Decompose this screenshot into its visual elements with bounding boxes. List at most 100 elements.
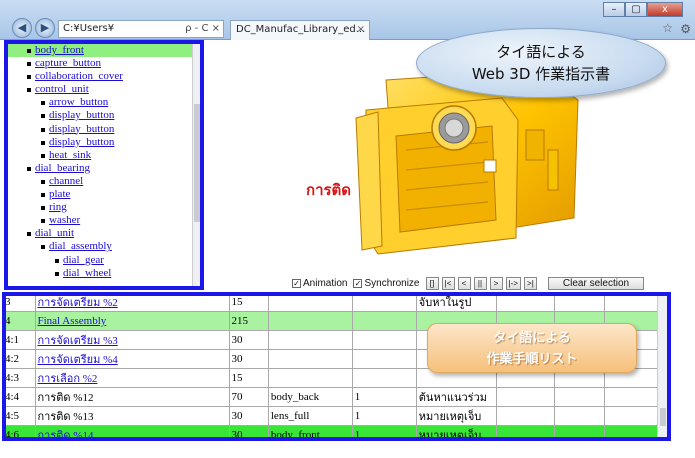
address-bar[interactable]: C:¥Users¥ ρ - C ×: [58, 20, 224, 38]
animation-label: Animation: [303, 277, 348, 289]
step-qty-cell: 15: [228, 296, 269, 312]
step-note-cell: หมายเหตุเจ็บ: [415, 406, 497, 426]
step-name-cell: การจัดเตรียม %4: [34, 349, 230, 369]
step-name: การติด %13: [37, 411, 94, 423]
tree-item[interactable]: capture_button: [8, 57, 200, 70]
gear-icon[interactable]: ⚙: [680, 22, 691, 36]
empty-cell: [495, 296, 555, 312]
step-note-cell: หมายเหตุเจ็บ: [415, 425, 497, 437]
tree-item[interactable]: arrow_button: [8, 96, 200, 109]
step-qty-cell: 30: [228, 406, 269, 426]
tree-item[interactable]: ring: [8, 201, 200, 214]
step-forward-button[interactable]: |->: [505, 276, 521, 290]
step-count-cell: [351, 368, 417, 388]
previous-button[interactable]: <: [457, 276, 471, 290]
empty-cell: [553, 296, 605, 312]
step-note-cell: ต้นหาแนวร่วม: [415, 387, 497, 407]
step-count-cell: 1: [351, 425, 417, 437]
step-count-cell: [351, 296, 417, 312]
tree-item[interactable]: plate: [8, 188, 200, 201]
pause-button[interactable]: ||: [473, 276, 487, 290]
step-qty-cell: 30: [228, 349, 269, 369]
table-scroll-thumb[interactable]: [660, 408, 666, 426]
step-qty-cell: 30: [228, 330, 269, 350]
tree-item[interactable]: body_front: [8, 44, 200, 58]
step-link[interactable]: การจัดเตรียม %3: [38, 335, 118, 347]
steps-callout-line1: タイ語による: [493, 331, 571, 346]
step-id-cell: 4:6: [6, 425, 36, 437]
step-link[interactable]: การจัดเตรียม %4: [38, 354, 118, 366]
step-part-cell: body_back: [267, 387, 353, 407]
tree-item[interactable]: dial_unit: [8, 227, 200, 240]
empty-cell: [603, 296, 664, 312]
tree-scrollbar[interactable]: [192, 44, 200, 286]
first-frame-button[interactable]: |<: [441, 276, 455, 290]
step-id-cell: 4:2: [6, 349, 36, 369]
tree-item[interactable]: control_unit: [8, 83, 200, 96]
play-button[interactable]: >: [489, 276, 503, 290]
table-row[interactable]: 4:5 การติด %13 30 lens_full 1 หมายเหตุเจ็บ: [6, 406, 664, 426]
favorites-star-icon[interactable]: ☆: [662, 21, 673, 35]
empty-cell: [603, 387, 664, 407]
tree-item[interactable]: dial_gear: [8, 254, 200, 267]
web3d-callout: タイ語による Web 3D 作業指示書: [416, 28, 666, 98]
tree-item[interactable]: washer: [8, 214, 200, 227]
tab-close-icon[interactable]: ×: [357, 21, 365, 39]
table-row[interactable]: 3 การจัดเตรียม %2 15 จับหาในรูป: [6, 296, 664, 312]
tree-item[interactable]: display_button: [8, 123, 200, 136]
maximize-button[interactable]: ▢: [625, 2, 647, 17]
minimize-button[interactable]: –: [603, 2, 625, 17]
step-link[interactable]: การจัดเตรียม %2: [38, 297, 118, 309]
table-row[interactable]: 4:4 การติด %12 70 body_back 1 ต้นหาแนวร่วม: [6, 387, 664, 407]
clear-selection-button[interactable]: Clear selection: [547, 276, 645, 290]
synchronize-checkbox[interactable]: ✓: [353, 278, 363, 288]
step-id-cell: 4:3: [6, 368, 36, 388]
step-part-cell: [267, 368, 353, 388]
tree-item[interactable]: collaboration_cover: [8, 70, 200, 83]
tree-item[interactable]: dial_wheel: [8, 267, 200, 280]
step-count-cell: [351, 311, 417, 331]
address-tools[interactable]: ρ - C ×: [185, 21, 220, 37]
window-controls: – ▢ x: [603, 2, 683, 17]
step-name-cell: การติด %14: [34, 425, 230, 437]
empty-cell: [495, 425, 555, 437]
tree-item[interactable]: dial_bearing: [8, 162, 200, 175]
step-count-cell: 1: [351, 406, 417, 426]
empty-cell: [603, 425, 664, 437]
back-arrow-icon[interactable]: ◀: [12, 18, 32, 38]
empty-cell: [553, 425, 605, 437]
steps-list-callout: タイ語による 作業手順リスト: [427, 323, 637, 373]
table-scrollbar[interactable]: [657, 296, 667, 437]
step-id-cell: 4:1: [6, 330, 36, 350]
stop-button[interactable]: []: [425, 276, 439, 290]
close-button[interactable]: x: [647, 2, 683, 17]
step-id-cell: 4:5: [6, 406, 36, 426]
step-link[interactable]: Final Assembly: [38, 315, 107, 327]
tree-scroll-thumb[interactable]: [194, 104, 200, 222]
tree-item[interactable]: display_button: [8, 136, 200, 149]
step-part-cell: body_front: [267, 425, 353, 437]
forward-arrow-icon[interactable]: ▶: [35, 18, 55, 38]
step-part-cell: [267, 311, 353, 331]
step-count-cell: [351, 349, 417, 369]
tree-item[interactable]: display_button: [8, 109, 200, 122]
animation-checkbox[interactable]: ✓: [292, 278, 301, 288]
parts-tree-panel: body_front capture_button collaboration_co…: [4, 40, 204, 290]
tree-item[interactable]: channel: [8, 175, 200, 188]
tree-item[interactable]: dial_assembly: [8, 240, 200, 253]
last-frame-button[interactable]: >|: [523, 276, 537, 290]
tree-item[interactable]: heat_sink: [8, 149, 200, 162]
step-name-cell: Final Assembly: [34, 311, 230, 331]
step-name-cell: การเลือก %2: [34, 368, 230, 388]
parts-tree-list: body_front capture_button collaboration_co…: [8, 44, 200, 280]
browser-tab[interactable]: DC_Manufac_Library_ed... ×: [230, 20, 370, 40]
web3d-callout-line2: Web 3D 作業指示書: [471, 65, 611, 83]
step-id-cell: 3: [6, 296, 36, 312]
step-link[interactable]: การติด %14: [38, 430, 94, 437]
step-qty-cell: 70: [228, 387, 269, 407]
step-name-cell: การติด %13: [34, 406, 230, 426]
step-link[interactable]: การเลือก %2: [38, 373, 98, 385]
step-part-cell: [267, 330, 353, 350]
table-row[interactable]: 4:6 การติด %14 30 body_front 1 หมายเหตุเจ็บ: [6, 425, 664, 437]
step-qty-cell: 15: [228, 368, 269, 388]
